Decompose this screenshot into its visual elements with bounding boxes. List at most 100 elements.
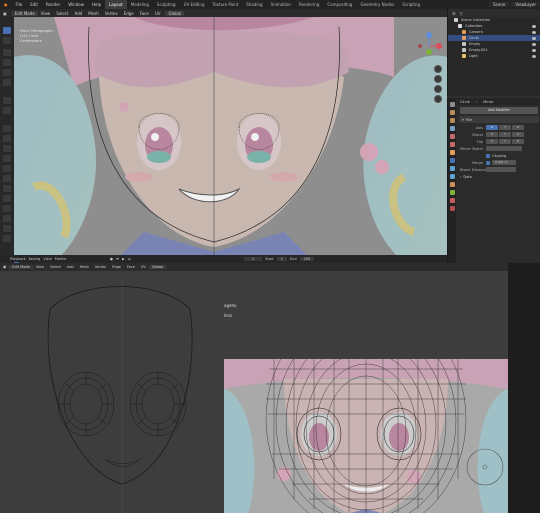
record-icon[interactable]: ● — [110, 257, 113, 261]
bisect-z-toggle[interactable]: Z — [512, 132, 524, 137]
bottom-menu-vertex[interactable]: Vertex — [92, 265, 109, 269]
current-frame-field[interactable]: 1 — [243, 256, 263, 261]
measure-tool-icon[interactable] — [3, 107, 11, 114]
bottom-menu-select[interactable]: Select — [47, 265, 64, 269]
physics-tab-icon[interactable] — [450, 174, 455, 179]
timeline-menu-view[interactable]: View — [43, 257, 51, 261]
annotate-tool-icon[interactable] — [3, 97, 11, 104]
world-tab-icon[interactable] — [450, 142, 455, 147]
visibility-eye-icon[interactable] — [532, 48, 536, 52]
jump-start-icon[interactable]: ⏮ — [116, 257, 119, 261]
visibility-eye-icon[interactable] — [532, 36, 536, 40]
view-layer-selector[interactable]: ViewLayer — [511, 2, 540, 7]
3d-viewport-top[interactable]: Front Orthographic (11) Circle Centimete… — [14, 17, 447, 262]
extrude-tool-icon[interactable] — [3, 125, 11, 132]
axis-y-toggle[interactable]: Y — [499, 125, 511, 130]
outliner-type-icon[interactable]: ☰ — [452, 11, 456, 16]
bisect-y-toggle[interactable]: Y — [499, 132, 511, 137]
header-menu-edge[interactable]: Edge — [121, 11, 137, 16]
workspace-tab-rendering[interactable]: Rendering — [295, 0, 323, 9]
header-menu-view[interactable]: View — [38, 11, 54, 16]
workspace-tab-texture-paint[interactable]: Texture Paint — [208, 0, 242, 9]
play-icon[interactable]: ▶ — [122, 257, 125, 261]
outliner-filter-icon[interactable]: ▽ — [460, 11, 463, 16]
bisect-x-toggle[interactable]: X — [486, 132, 498, 137]
texture-tab-icon[interactable] — [450, 206, 455, 211]
mode-selector[interactable]: Edit Mode — [11, 10, 38, 16]
particles-tab-icon[interactable] — [450, 166, 455, 171]
cursor-tool-icon[interactable] — [3, 37, 11, 44]
timeline-menu-marker[interactable]: Marker — [55, 257, 67, 261]
spin-tool-icon[interactable] — [3, 185, 11, 192]
bottom-menu-mesh[interactable]: Mesh — [77, 265, 92, 269]
material-tab-icon[interactable] — [450, 198, 455, 203]
mirror-modifier-header[interactable]: ▾ Mirr — [459, 116, 539, 123]
axis-x-toggle[interactable]: X — [486, 125, 498, 130]
header-menu-uv[interactable]: UV — [152, 11, 164, 16]
shear-tool-icon[interactable] — [3, 225, 11, 232]
header-menu-select[interactable]: Select — [53, 11, 71, 16]
visibility-eye-icon[interactable] — [532, 24, 536, 28]
shrink-fatten-tool-icon[interactable] — [3, 215, 11, 222]
timeline-menu-playback[interactable]: Playback — [10, 257, 26, 261]
bottom-menu-face[interactable]: Face — [124, 265, 138, 269]
expand-chevron-icon[interactable]: ▾ — [462, 118, 464, 122]
collapse-chevron-icon[interactable]: › — [460, 175, 461, 179]
scene-selector[interactable]: Scene — [489, 2, 510, 7]
header-menu-mesh[interactable]: Mesh — [85, 11, 102, 16]
menu-render[interactable]: Render — [42, 2, 64, 7]
move-tool-icon[interactable] — [3, 49, 11, 56]
menu-edit[interactable]: Edit — [26, 2, 42, 7]
bottom-transform-selector[interactable]: Global — [148, 265, 167, 269]
bottom-menu-view[interactable]: View — [33, 265, 47, 269]
header-menu-add[interactable]: Add — [72, 11, 86, 16]
start-frame-field[interactable]: 1 — [276, 256, 287, 261]
timeline-menu-keying[interactable]: Keying — [29, 257, 41, 261]
flip-z-toggle[interactable]: Z — [512, 139, 524, 144]
merge-checkbox[interactable] — [486, 160, 490, 165]
bottom-menu-edge[interactable]: Edge — [109, 265, 124, 269]
poly-build-tool-icon[interactable] — [3, 175, 11, 182]
modifier-tab-icon[interactable] — [450, 158, 455, 163]
camera-view-icon[interactable] — [434, 85, 442, 93]
knife-tool-icon[interactable] — [3, 165, 11, 172]
scale-tool-icon[interactable] — [3, 69, 11, 76]
axis-z-toggle[interactable]: Z — [512, 125, 524, 130]
header-menu-vertex[interactable]: Vertex — [102, 11, 121, 16]
view-layer-tab-icon[interactable] — [450, 126, 455, 131]
select-tool-icon[interactable] — [3, 27, 11, 34]
clipping-checkbox[interactable] — [486, 153, 490, 158]
flip-x-toggle[interactable]: X — [486, 139, 498, 144]
perspective-toggle-icon[interactable] — [434, 95, 442, 103]
smooth-tool-icon[interactable] — [3, 195, 11, 202]
menu-help[interactable]: Help — [88, 2, 105, 7]
merge-distance-field[interactable]: 0.001 m — [492, 160, 516, 165]
3d-viewport-bottom[interactable]: ageho lens — [0, 279, 508, 513]
render-tab-icon[interactable] — [450, 110, 455, 115]
menu-window[interactable]: Window — [64, 2, 88, 7]
workspace-tab-modeling[interactable]: Modeling — [127, 0, 153, 9]
bottom-menu-uv[interactable]: UV — [138, 265, 149, 269]
flip-y-toggle[interactable]: Y — [499, 139, 511, 144]
rotate-tool-icon[interactable] — [3, 59, 11, 66]
loop-cut-tool-icon[interactable] — [3, 155, 11, 162]
bottom-editor-type-icon[interactable]: ▣ — [0, 265, 9, 269]
editor-type-icon[interactable]: ▣ — [0, 11, 10, 16]
blender-logo-icon[interactable]: ● — [0, 2, 12, 7]
edge-slide-tool-icon[interactable] — [3, 205, 11, 212]
pan-hand-icon[interactable] — [434, 75, 442, 83]
output-tab-icon[interactable] — [450, 118, 455, 123]
object-tab-icon[interactable] — [450, 150, 455, 155]
rip-region-tool-icon[interactable] — [3, 235, 11, 242]
scene-tab-icon[interactable] — [450, 134, 455, 139]
menu-file[interactable]: File — [12, 2, 27, 7]
bevel-tool-icon[interactable] — [3, 145, 11, 152]
workspace-tab-sculpting[interactable]: Sculpting — [153, 0, 180, 9]
workspace-tab-scripting[interactable]: Scripting — [398, 0, 424, 9]
transform-orientation-selector[interactable]: Global — [165, 10, 185, 16]
header-menu-face[interactable]: Face — [137, 11, 152, 16]
workspace-tab-layout[interactable]: Layout — [105, 0, 127, 9]
workspace-tab-animation[interactable]: Animation — [267, 0, 295, 9]
inset-tool-icon[interactable] — [3, 135, 11, 142]
workspace-tab-shading[interactable]: Shading — [242, 0, 266, 9]
